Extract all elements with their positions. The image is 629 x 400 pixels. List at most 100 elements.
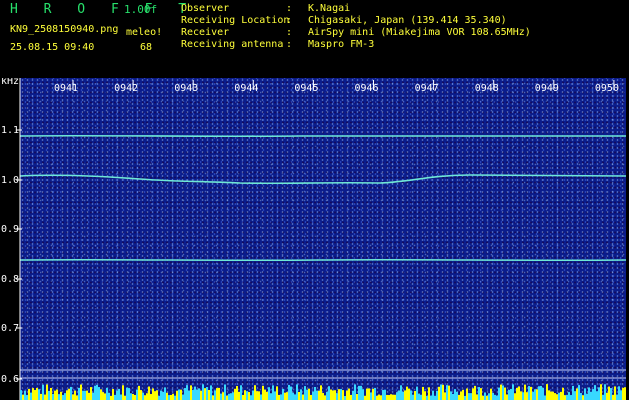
noise-bar	[410, 390, 412, 400]
noise-bar	[534, 389, 536, 400]
noise-bar	[64, 393, 66, 400]
receiver-colon: :	[286, 27, 293, 38]
noise-bar	[314, 386, 316, 400]
noise-bar	[222, 392, 224, 400]
time-tick-label: 0942	[114, 83, 138, 94]
noise-bar	[188, 390, 190, 400]
noise-bar	[200, 390, 202, 400]
noise-bar	[70, 386, 72, 400]
noise-bar	[598, 387, 600, 400]
noise-bar	[446, 385, 448, 400]
noise-bar	[526, 392, 528, 400]
noise-bar	[538, 386, 540, 400]
observer-label: Observer	[181, 3, 230, 14]
noise-bar	[82, 390, 84, 400]
noise-bar	[572, 385, 574, 400]
noise-bar	[218, 387, 220, 400]
noise-bar	[366, 388, 368, 400]
noise-bar	[360, 385, 362, 400]
noise-bar	[550, 391, 552, 400]
noise-bar	[464, 395, 466, 400]
noise-bar	[624, 387, 626, 400]
noise-bar	[268, 387, 270, 400]
noise-bar	[340, 388, 342, 400]
noise-bar	[104, 393, 106, 400]
noise-bar	[364, 395, 366, 400]
noise-bar	[582, 395, 584, 400]
noise-bar	[558, 392, 560, 400]
noise-bar	[118, 388, 120, 400]
noise-bar	[386, 394, 388, 400]
time-tick-label: 0946	[355, 83, 379, 94]
noise-bar	[438, 386, 440, 400]
frequency-axis: kHz1.11.00.90.80.70.6	[1, 78, 22, 400]
noise-bar	[368, 388, 370, 400]
noise-bar	[394, 394, 396, 400]
noise-bar	[166, 392, 168, 400]
noise-bar	[450, 391, 452, 400]
noise-bar	[414, 390, 416, 400]
noise-bar	[242, 394, 244, 400]
noise-bar	[160, 390, 162, 400]
noise-bar	[512, 384, 514, 400]
noise-bar	[610, 388, 612, 400]
noise-bar	[92, 392, 94, 400]
noise-bar	[442, 384, 444, 400]
noise-bar	[576, 388, 578, 400]
noise-bar	[592, 389, 594, 400]
noise-bar	[416, 386, 418, 400]
noise-bar	[240, 385, 242, 400]
noise-bar	[94, 385, 96, 400]
noise-bar	[594, 385, 596, 400]
noise-bar	[590, 391, 592, 400]
noise-bar	[566, 394, 568, 400]
noise-bar	[546, 384, 548, 400]
noise-bar	[578, 385, 580, 400]
noise-bar	[596, 391, 598, 400]
noise-bar	[152, 388, 154, 400]
noise-bar	[358, 385, 360, 400]
noise-bar	[122, 385, 124, 400]
noise-bar	[28, 388, 30, 400]
receiver-value: AirSpy mini (Miakejima VOR 108.65MHz)	[308, 27, 531, 38]
noise-bar	[500, 384, 502, 400]
noise-bar	[84, 390, 86, 400]
noise-bar	[514, 393, 516, 400]
noise-bar	[436, 390, 438, 400]
noise-bar	[338, 389, 340, 400]
noise-bar	[294, 394, 296, 400]
noise-bar	[354, 384, 356, 400]
noise-bar	[284, 392, 286, 400]
noise-bar	[444, 392, 446, 400]
noise-bar	[276, 386, 278, 400]
noise-bar	[454, 389, 456, 400]
noise-bar	[506, 394, 508, 400]
noise-bar	[308, 388, 310, 400]
noise-bar	[466, 388, 468, 400]
noise-bar	[288, 384, 290, 400]
noise-bar	[408, 388, 410, 400]
noise-bar	[56, 389, 58, 400]
noise-bar	[48, 390, 50, 400]
noise-bar	[190, 385, 192, 400]
noise-bar	[502, 385, 504, 400]
noise-bar	[226, 395, 228, 400]
noise-bar	[528, 386, 530, 400]
noise-bar	[334, 390, 336, 400]
noise-bar	[398, 390, 400, 400]
noise-bar	[376, 395, 378, 400]
noise-bar	[230, 393, 232, 400]
noise-bar	[524, 384, 526, 400]
noise-bar	[452, 393, 454, 400]
noise-bar	[162, 391, 164, 400]
meleo-label: meleo!	[126, 27, 163, 38]
noise-bar	[488, 393, 490, 400]
noise-bar	[78, 387, 80, 400]
time-tick-label: 0948	[475, 83, 499, 94]
noise-bar	[54, 390, 56, 400]
noise-bar	[130, 393, 132, 400]
noise-bar	[208, 389, 210, 400]
noise-bar	[356, 393, 358, 400]
time-tick-label: 0941	[54, 83, 78, 94]
noise-bar	[272, 385, 274, 400]
